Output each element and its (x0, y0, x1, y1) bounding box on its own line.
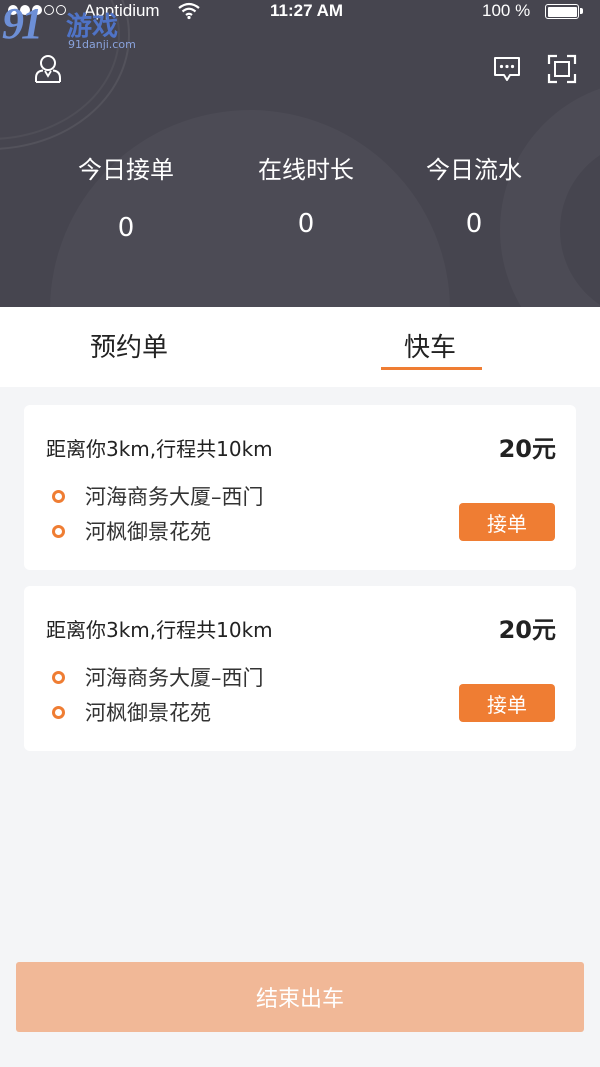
tab-reservation[interactable]: 预约单 (90, 327, 168, 364)
battery-tip (580, 8, 583, 14)
end-shift-button[interactable]: 结束出车 (16, 962, 584, 1032)
order-dropoff: 河枫御景花苑 (52, 697, 211, 727)
active-tab-indicator (381, 367, 482, 370)
order-distance: 距离你3km,行程共10km (46, 437, 273, 461)
stat-value: 0 (465, 209, 483, 239)
dropoff-dot-icon (52, 705, 65, 719)
dropoff-dot-icon (52, 524, 65, 538)
stat-label: 今日接单 (78, 156, 174, 184)
order-pickup: 河海商务大厦–西门 (52, 662, 264, 692)
tab-express[interactable]: 快车 (404, 327, 456, 364)
wifi-icon (178, 2, 200, 20)
clock: 11:27 AM (270, 1, 344, 20)
stat-revenue-today: 今日流水 0 (423, 150, 525, 239)
pickup-address: 河海商务大厦–西门 (85, 485, 264, 509)
scan-icon[interactable] (546, 53, 578, 85)
stat-label: 在线时长 (258, 156, 354, 184)
battery-percent: 100 % (482, 1, 531, 20)
stat-value: 0 (297, 209, 315, 239)
message-icon[interactable] (491, 53, 523, 85)
stat-online-duration: 在线时长 0 (255, 150, 357, 239)
accept-order-button[interactable]: 接单 (459, 503, 555, 541)
battery-icon (545, 4, 579, 19)
order-price: 20元 (498, 616, 556, 644)
accept-order-button[interactable]: 接单 (459, 684, 555, 722)
pickup-dot-icon (52, 670, 65, 684)
order-dropoff: 河枫御景花苑 (52, 516, 211, 546)
dropoff-address: 河枫御景花苑 (85, 520, 211, 544)
pickup-address: 河海商务大厦–西门 (85, 666, 264, 690)
header: Apptidium 11:27 AM 100 % 91 游戏 91danji.c… (0, 0, 600, 307)
pickup-dot-icon (52, 489, 65, 503)
order-card: 距离你3km,行程共10km 20元 河海商务大厦–西门 河枫御景花苑 接单 (24, 586, 576, 751)
stat-value: 0 (117, 213, 135, 243)
watermark-logo: 91 游戏 91danji.com (2, 0, 136, 51)
order-tabs: 预约单 快车 (0, 307, 600, 387)
dropoff-address: 河枫御景花苑 (85, 701, 211, 725)
order-pickup: 河海商务大厦–西门 (52, 481, 264, 511)
order-card: 距离你3km,行程共10km 20元 河海商务大厦–西门 河枫御景花苑 接单 (24, 405, 576, 570)
user-icon[interactable] (32, 53, 64, 85)
order-price: 20元 (498, 435, 556, 463)
stat-label: 今日流水 (426, 156, 522, 184)
stat-orders-today: 今日接单 0 (75, 150, 177, 243)
order-distance: 距离你3km,行程共10km (46, 618, 273, 642)
